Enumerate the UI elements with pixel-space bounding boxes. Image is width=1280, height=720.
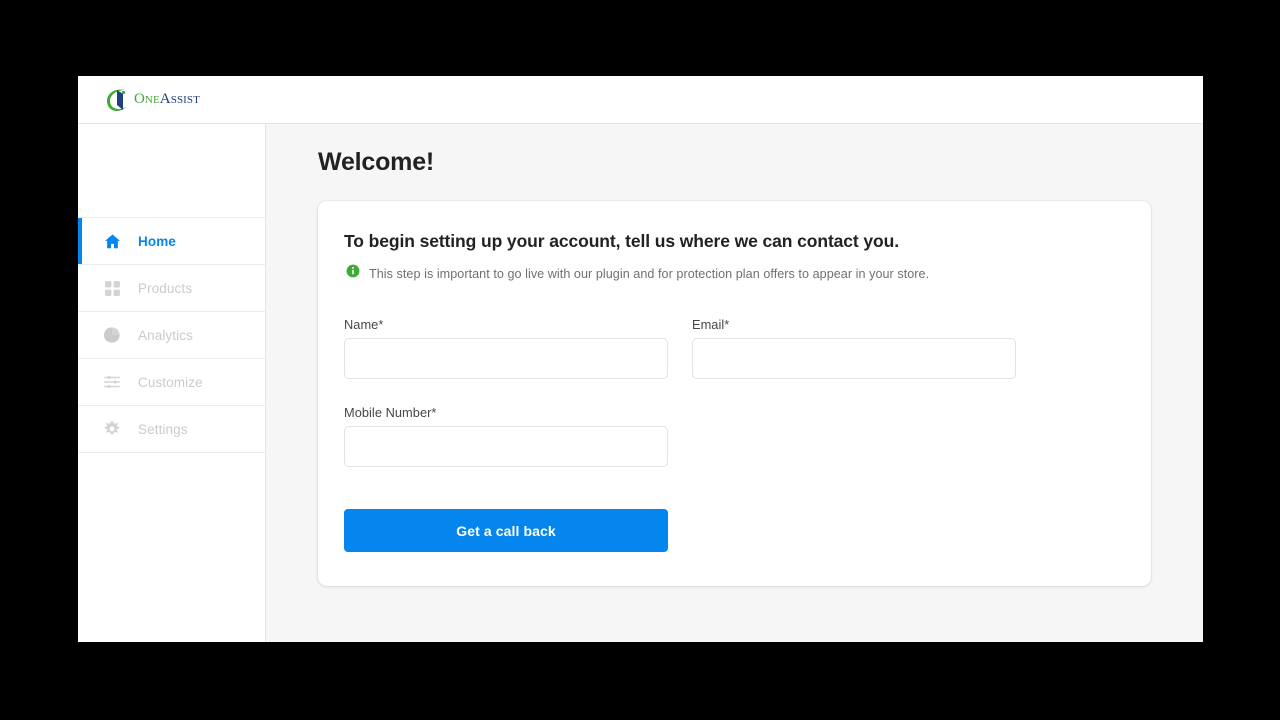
sidebar-item-customize[interactable]: Customize — [78, 359, 265, 406]
gear-icon — [102, 419, 122, 439]
app-header: OneAssist — [78, 76, 1203, 124]
sidebar-top-spacer — [78, 124, 265, 218]
sidebar-item-label: Analytics — [138, 327, 193, 343]
body-split: Home Products Analytics Customize Settin… — [78, 124, 1203, 642]
brand-name-first: One — [134, 91, 160, 107]
sidebar-item-label: Settings — [138, 421, 188, 437]
sidebar-nav: Home Products Analytics Customize Settin… — [78, 124, 266, 642]
get-a-call-back-button[interactable]: Get a call back — [344, 509, 668, 552]
sidebar-item-label: Home — [138, 233, 176, 249]
app-viewport: OneAssist Home Products Analytics Custom… — [78, 76, 1203, 642]
field-email: Email* — [692, 317, 1016, 379]
brand-name-second: Assist — [159, 91, 200, 107]
sidebar-item-label: Products — [138, 280, 193, 296]
sidebar-item-settings[interactable]: Settings — [78, 406, 265, 453]
main-content: Welcome! To begin setting up your accoun… — [266, 124, 1203, 642]
field-mobile-number: Mobile Number* — [344, 405, 668, 467]
email-input[interactable] — [692, 338, 1016, 379]
field-name: Name* — [344, 317, 668, 379]
sidebar-item-analytics[interactable]: Analytics — [78, 312, 265, 359]
home-icon — [102, 231, 122, 251]
info-circle-icon — [346, 264, 360, 283]
grid-icon — [102, 278, 122, 298]
field-label-name: Name* — [344, 317, 384, 332]
mobile-number-input[interactable] — [344, 426, 668, 467]
pie-chart-icon — [102, 325, 122, 345]
name-input[interactable] — [344, 338, 668, 379]
card-heading: To begin setting up your account, tell u… — [344, 231, 900, 251]
oneassist-swoosh-logo-icon — [107, 88, 129, 111]
sliders-icon — [102, 372, 122, 392]
info-note: This step is important to go live with o… — [344, 264, 1125, 283]
onboarding-contact-card: To begin setting up your account, tell u… — [318, 201, 1151, 586]
contact-form: Name* Email* Mobile Number* Get a call b… — [344, 317, 1125, 552]
sidebar-item-products[interactable]: Products — [78, 265, 265, 312]
brand-logo[interactable]: OneAssist — [104, 87, 200, 113]
page-title: Welcome! — [318, 148, 435, 176]
form-grid-filler — [692, 405, 1016, 493]
sidebar-item-label: Customize — [138, 374, 203, 390]
sidebar-item-home[interactable]: Home — [78, 218, 265, 265]
info-note-text: This step is important to go live with o… — [369, 266, 930, 281]
field-label-mobile-number: Mobile Number* — [344, 405, 437, 420]
field-label-email: Email* — [692, 317, 730, 332]
